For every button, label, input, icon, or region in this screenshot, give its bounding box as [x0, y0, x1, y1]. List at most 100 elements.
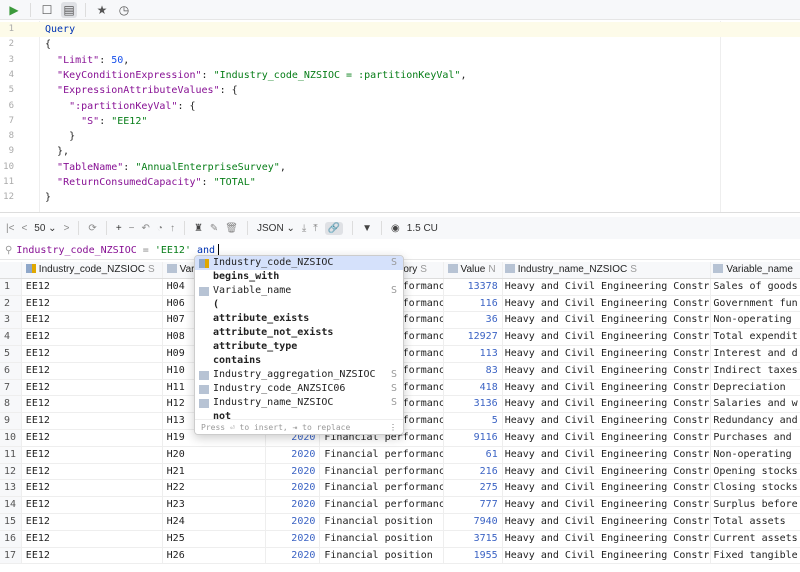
table-cell[interactable]: EE12 — [22, 480, 163, 497]
table-cell[interactable]: Depreciation — [711, 380, 800, 396]
table-cell[interactable]: Heavy and Civil Engineering Constructi — [503, 463, 712, 480]
table-cell[interactable]: EE12 — [22, 513, 163, 530]
table-cell[interactable]: Non-operating — [711, 447, 800, 463]
run-icon[interactable]: ▶ — [6, 2, 22, 18]
table-cell[interactable]: EE12 — [22, 396, 163, 413]
table-cell[interactable]: EE12 — [22, 345, 163, 362]
delete-icon[interactable]: 🗑 — [225, 223, 238, 234]
table-cell[interactable]: 61 — [444, 446, 503, 463]
table-cell[interactable]: 5 — [444, 413, 503, 429]
table-cell[interactable]: Financial performance — [320, 446, 444, 463]
more-options-icon[interactable]: ⋮ — [389, 420, 397, 434]
table-cell[interactable]: Opening stocks — [711, 464, 800, 480]
autocomplete-item[interactable]: attribute_type — [195, 340, 403, 354]
layout-icon[interactable]: ▤ — [61, 1, 77, 18]
table-row[interactable]: 13 EE12 H22 2020 Financial performance 275 Hea… — [0, 480, 800, 498]
table-cell[interactable]: Heavy and Civil Engineering Constructi — [503, 429, 712, 446]
add-row-icon[interactable]: + — [116, 223, 122, 234]
link-icon[interactable]: 🔗 — [324, 221, 344, 235]
table-cell[interactable]: 13378 — [444, 278, 503, 295]
table-cell[interactable]: Total assets — [711, 514, 800, 530]
refresh-icon[interactable]: ⟳ — [88, 223, 96, 234]
remove-row-icon[interactable]: − — [129, 223, 135, 234]
table-cell[interactable]: EE12 — [22, 295, 163, 312]
table-cell[interactable]: Heavy and Civil Engineering Constructi — [503, 547, 712, 564]
star-icon[interactable]: ★ — [94, 2, 110, 18]
first-page-icon[interactable]: |< — [6, 223, 14, 234]
table-cell[interactable]: Fixed tangible — [711, 548, 800, 564]
table-cell[interactable]: Total expendit — [711, 329, 800, 345]
column-header[interactable]: Industry_name_NZSIOC S — [503, 262, 712, 278]
table-cell[interactable]: EE12 — [22, 312, 163, 329]
table-cell[interactable]: 83 — [444, 362, 503, 379]
column-header[interactable]: Variable_name — [711, 262, 800, 278]
revert-icon[interactable]: ↶ — [142, 223, 150, 234]
table-cell[interactable]: Heavy and Civil Engineering Constructi — [503, 413, 712, 429]
table-cell[interactable]: H24 — [163, 513, 267, 530]
table-cell[interactable]: 3715 — [444, 530, 503, 547]
table-cell[interactable]: Current assets — [711, 531, 800, 547]
table-cell[interactable]: Closing stocks — [711, 480, 800, 496]
table-cell[interactable]: 418 — [444, 379, 503, 396]
table-cell[interactable]: Sales of goods — [711, 279, 800, 295]
history-icon[interactable]: ◷ — [116, 2, 132, 18]
table-row[interactable]: 15 EE12 H24 2020 Financial position 7940 Heavy… — [0, 513, 800, 531]
table-cell[interactable]: 113 — [444, 345, 503, 362]
table-cell[interactable]: H20 — [163, 446, 267, 463]
table-cell[interactable]: 2020 — [266, 497, 321, 513]
table-cell[interactable]: Non-operating — [711, 312, 800, 328]
autocomplete-item[interactable]: begins_with — [195, 270, 403, 284]
autocomplete-item[interactable]: attribute_not_exists — [195, 326, 403, 340]
table-cell[interactable]: Financial performance — [320, 480, 444, 497]
table-cell[interactable]: 2020 — [266, 547, 321, 564]
table-cell[interactable]: Indirect taxes — [711, 363, 800, 379]
preview-icon[interactable]: ◔ — [157, 223, 163, 234]
table-cell[interactable]: 36 — [444, 312, 503, 329]
table-cell[interactable]: Heavy and Civil Engineering Constructi — [503, 530, 712, 547]
table-cell[interactable]: Heavy and Civil Engineering Constructi — [503, 312, 712, 329]
table-cell[interactable]: Government fun — [711, 296, 800, 312]
table-cell[interactable]: 275 — [444, 480, 503, 497]
table-cell[interactable]: EE12 — [22, 379, 163, 396]
table-cell[interactable]: 216 — [444, 463, 503, 480]
table-cell[interactable]: EE12 — [22, 413, 163, 429]
table-cell[interactable]: Heavy and Civil Engineering Constructi — [503, 446, 712, 463]
column-header[interactable]: Industry_code_NZSIOC S — [22, 262, 163, 278]
table-cell[interactable]: EE12 — [22, 362, 163, 379]
prev-page-icon[interactable]: < — [21, 223, 27, 234]
compare-icon[interactable]: ♜ — [194, 223, 203, 234]
table-cell[interactable]: Salaries and w — [711, 396, 800, 412]
table-cell[interactable]: Heavy and Civil Engineering Constructi — [503, 396, 712, 413]
page-size-dropdown[interactable]: 50 ⌄ — [34, 223, 56, 234]
autocomplete-item[interactable]: Industry_name_NZSIOC S — [195, 396, 403, 410]
table-cell[interactable]: Heavy and Civil Engineering Constructi — [503, 362, 712, 379]
table-cell[interactable]: Interest and d — [711, 346, 800, 362]
table-cell[interactable]: 1955 — [444, 547, 503, 564]
table-cell[interactable]: Heavy and Civil Engineering Constructi — [503, 278, 712, 295]
table-cell[interactable]: 7940 — [444, 513, 503, 530]
table-cell[interactable]: Financial position — [320, 513, 444, 530]
table-cell[interactable]: 2020 — [266, 530, 321, 547]
table-cell[interactable]: Heavy and Civil Engineering Constructi — [503, 379, 712, 396]
table-cell[interactable]: EE12 — [22, 530, 163, 547]
stop-icon[interactable]: ☐ — [39, 2, 55, 18]
autocomplete-item[interactable]: contains — [195, 354, 403, 368]
table-cell[interactable]: H25 — [163, 530, 267, 547]
table-cell[interactable]: 2020 — [266, 446, 321, 463]
table-cell[interactable]: Financial position — [320, 547, 444, 564]
table-cell[interactable]: Financial performance — [320, 463, 444, 480]
table-cell[interactable]: Heavy and Civil Engineering Constructi — [503, 329, 712, 345]
upload-icon[interactable]: ⤒ — [313, 223, 317, 234]
format-dropdown[interactable]: JSON ⌄ — [257, 223, 295, 234]
table-cell[interactable]: 777 — [444, 497, 503, 513]
next-page-icon[interactable]: > — [64, 223, 70, 234]
autocomplete-item[interactable]: ( — [195, 298, 403, 312]
table-cell[interactable]: Heavy and Civil Engineering Constructi — [503, 480, 712, 497]
table-row[interactable]: 12 EE12 H21 2020 Financial performance 216 Hea… — [0, 463, 800, 481]
table-cell[interactable]: H22 — [163, 480, 267, 497]
autocomplete-item[interactable]: attribute_exists — [195, 312, 403, 326]
table-row[interactable]: 16 EE12 H25 2020 Financial position 3715 Heavy… — [0, 530, 800, 548]
table-cell[interactable]: EE12 — [22, 429, 163, 446]
table-row[interactable]: 14 EE12 H23 2020 Financial performance 777 Hea… — [0, 497, 800, 514]
table-cell[interactable]: Financial position — [320, 530, 444, 547]
